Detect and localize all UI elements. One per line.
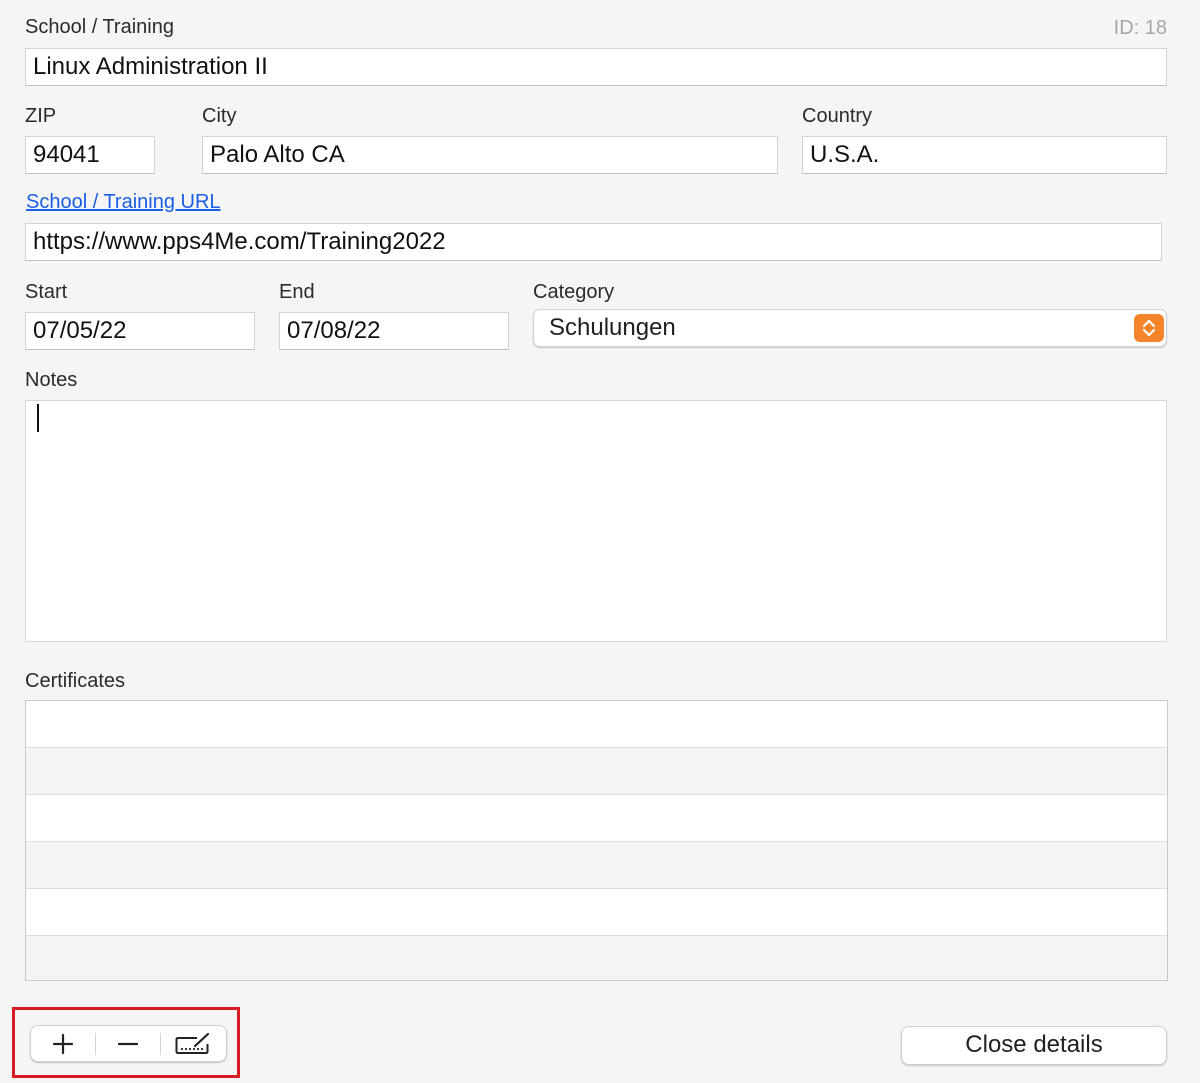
country-field[interactable]: U.S.A. <box>802 136 1167 174</box>
zip-label: ZIP <box>25 105 57 127</box>
certificates-table[interactable] <box>25 700 1168 981</box>
end-label: End <box>279 281 315 303</box>
table-row[interactable] <box>26 748 1167 795</box>
category-label: Category <box>533 281 615 303</box>
training-url-link[interactable]: School / Training URL <box>26 190 221 214</box>
city-field[interactable]: Palo Alto CA <box>202 136 778 174</box>
section-title: School / Training <box>25 16 174 38</box>
country-label: Country <box>802 105 873 127</box>
text-caret <box>37 404 39 432</box>
close-details-button[interactable]: Close details <box>901 1026 1167 1065</box>
notes-textarea[interactable] <box>25 400 1167 642</box>
notes-label: Notes <box>25 369 78 391</box>
table-row[interactable] <box>26 842 1167 889</box>
end-date-field[interactable]: 07/08/22 <box>279 312 509 350</box>
start-label: Start <box>25 281 68 303</box>
city-label: City <box>202 105 237 127</box>
table-row[interactable] <box>26 889 1167 936</box>
category-select[interactable]: Schulungen <box>533 309 1167 347</box>
table-row[interactable] <box>26 795 1167 842</box>
highlight-box <box>12 1007 240 1078</box>
zip-field[interactable]: 94041 <box>25 136 155 174</box>
training-url-field[interactable]: https://www.pps4Me.com/Training2022 <box>25 223 1162 261</box>
chevron-updown-icon <box>1134 314 1164 342</box>
category-select-value: Schulungen <box>549 314 676 341</box>
record-id-label: ID: 18 <box>1113 17 1167 39</box>
table-row[interactable] <box>26 936 1167 980</box>
table-row[interactable] <box>26 701 1167 748</box>
start-date-field[interactable]: 07/05/22 <box>25 312 255 350</box>
certificates-label: Certificates <box>25 670 126 692</box>
training-name-field[interactable]: Linux Administration II <box>25 48 1167 86</box>
